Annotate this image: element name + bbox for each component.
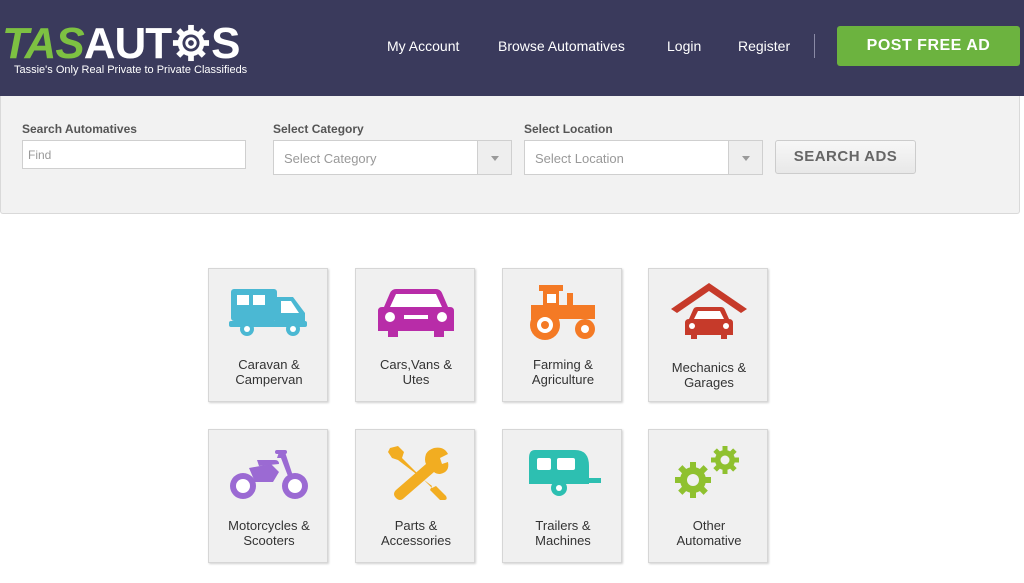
category-tile-other[interactable]: Other Automative: [648, 429, 768, 563]
category-tile-farming[interactable]: Farming & Agriculture: [502, 268, 622, 402]
category-label: Other Automative: [676, 518, 742, 548]
site-header: TASAUT S Tassie's Only Real Private to P…: [0, 0, 1024, 96]
category-select[interactable]: Select Category: [273, 140, 512, 175]
logo-part-tas: TAS: [2, 19, 85, 68]
tractor-icon: [530, 285, 595, 340]
nav-login[interactable]: Login: [667, 38, 701, 58]
logo-wordmark: TASAUT S: [2, 19, 241, 68]
search-ads-button[interactable]: SEARCH ADS: [775, 140, 916, 174]
gears-icon: [675, 446, 739, 498]
chevron-down-icon: [477, 141, 511, 174]
category-tile-motorcycles[interactable]: Motorcycles & Scooters: [208, 429, 328, 563]
category-label: Parts & Accessories: [380, 518, 452, 548]
location-select[interactable]: Select Location: [524, 140, 763, 175]
campervan-icon: [229, 289, 307, 336]
nav-divider: [814, 34, 815, 58]
search-panel: Search Automatives Select Category Selec…: [0, 96, 1020, 214]
category-label: Farming & Agriculture: [531, 357, 595, 387]
post-free-ad-button[interactable]: POST FREE AD: [837, 26, 1020, 66]
logo-part-aut: AUT: [83, 19, 172, 68]
category-tile-caravan[interactable]: Caravan & Campervan: [208, 268, 328, 402]
trailer-icon: [529, 450, 601, 496]
category-label: Trailers & Machines: [535, 518, 591, 548]
category-tile-cars[interactable]: Cars,Vans & Utes: [355, 268, 475, 402]
select-category-label: Select Category: [273, 122, 364, 136]
select-location-label: Select Location: [524, 122, 613, 136]
category-label: Caravan & Campervan: [235, 357, 303, 387]
location-select-value: Select Location: [535, 151, 624, 166]
garage-icon: [671, 283, 747, 339]
nav-browse-automatives[interactable]: Browse Automatives: [498, 38, 625, 58]
site-logo[interactable]: TASAUT S Tassie's Only Real Private to P…: [2, 22, 252, 78]
gear-icon: [173, 24, 210, 62]
category-label: Mechanics & Garages: [671, 360, 747, 390]
wrench-screwdriver-icon: [388, 446, 449, 500]
search-input[interactable]: [22, 140, 246, 169]
category-label: Motorcycles & Scooters: [228, 518, 310, 548]
category-tile-mechanics[interactable]: Mechanics & Garages: [648, 268, 768, 402]
motorcycle-icon: [230, 450, 308, 499]
nav-register[interactable]: Register: [738, 38, 790, 58]
nav-my-account[interactable]: My Account: [387, 38, 459, 58]
logo-part-s: S: [211, 19, 240, 68]
category-tile-parts[interactable]: Parts & Accessories: [355, 429, 475, 563]
chevron-down-icon: [728, 141, 762, 174]
logo-tagline: Tassie's Only Real Private to Private Cl…: [14, 64, 248, 76]
car-icon: [378, 289, 454, 337]
search-automatives-label: Search Automatives: [22, 122, 137, 136]
category-label: Cars,Vans & Utes: [379, 357, 452, 387]
category-tile-trailers[interactable]: Trailers & Machines: [502, 429, 622, 563]
category-select-value: Select Category: [284, 151, 377, 166]
